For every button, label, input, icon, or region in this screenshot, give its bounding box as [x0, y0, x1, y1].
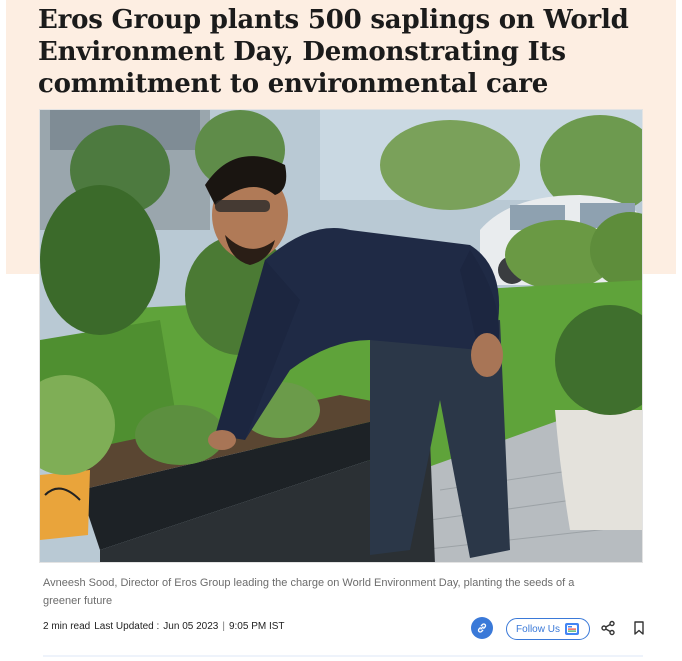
- updated-date: Jun 05 2023: [163, 621, 219, 632]
- bookmark-icon[interactable]: [632, 620, 646, 636]
- article-meta: 2 min read Last Updated : Jun 05 2023 | …: [43, 621, 285, 632]
- article-photo: [39, 109, 643, 563]
- google-news-icon: [564, 623, 579, 635]
- last-updated-label: Last Updated :: [94, 621, 160, 632]
- share-icon[interactable]: [600, 620, 616, 636]
- follow-us-label: Follow Us: [516, 623, 560, 635]
- follow-us-button[interactable]: Follow Us: [506, 618, 590, 640]
- link-icon: [477, 623, 487, 633]
- read-time: 2 min read: [43, 621, 91, 632]
- article-headline: Eros Group plants 500 saplings on World …: [38, 5, 629, 99]
- divider: [43, 655, 643, 657]
- meta-separator: |: [222, 621, 225, 632]
- updated-time: 9:05 PM IST: [228, 621, 285, 632]
- photo-caption: Avneesh Sood, Director of Eros Group lea…: [43, 577, 575, 607]
- copy-link-button[interactable]: [471, 617, 493, 639]
